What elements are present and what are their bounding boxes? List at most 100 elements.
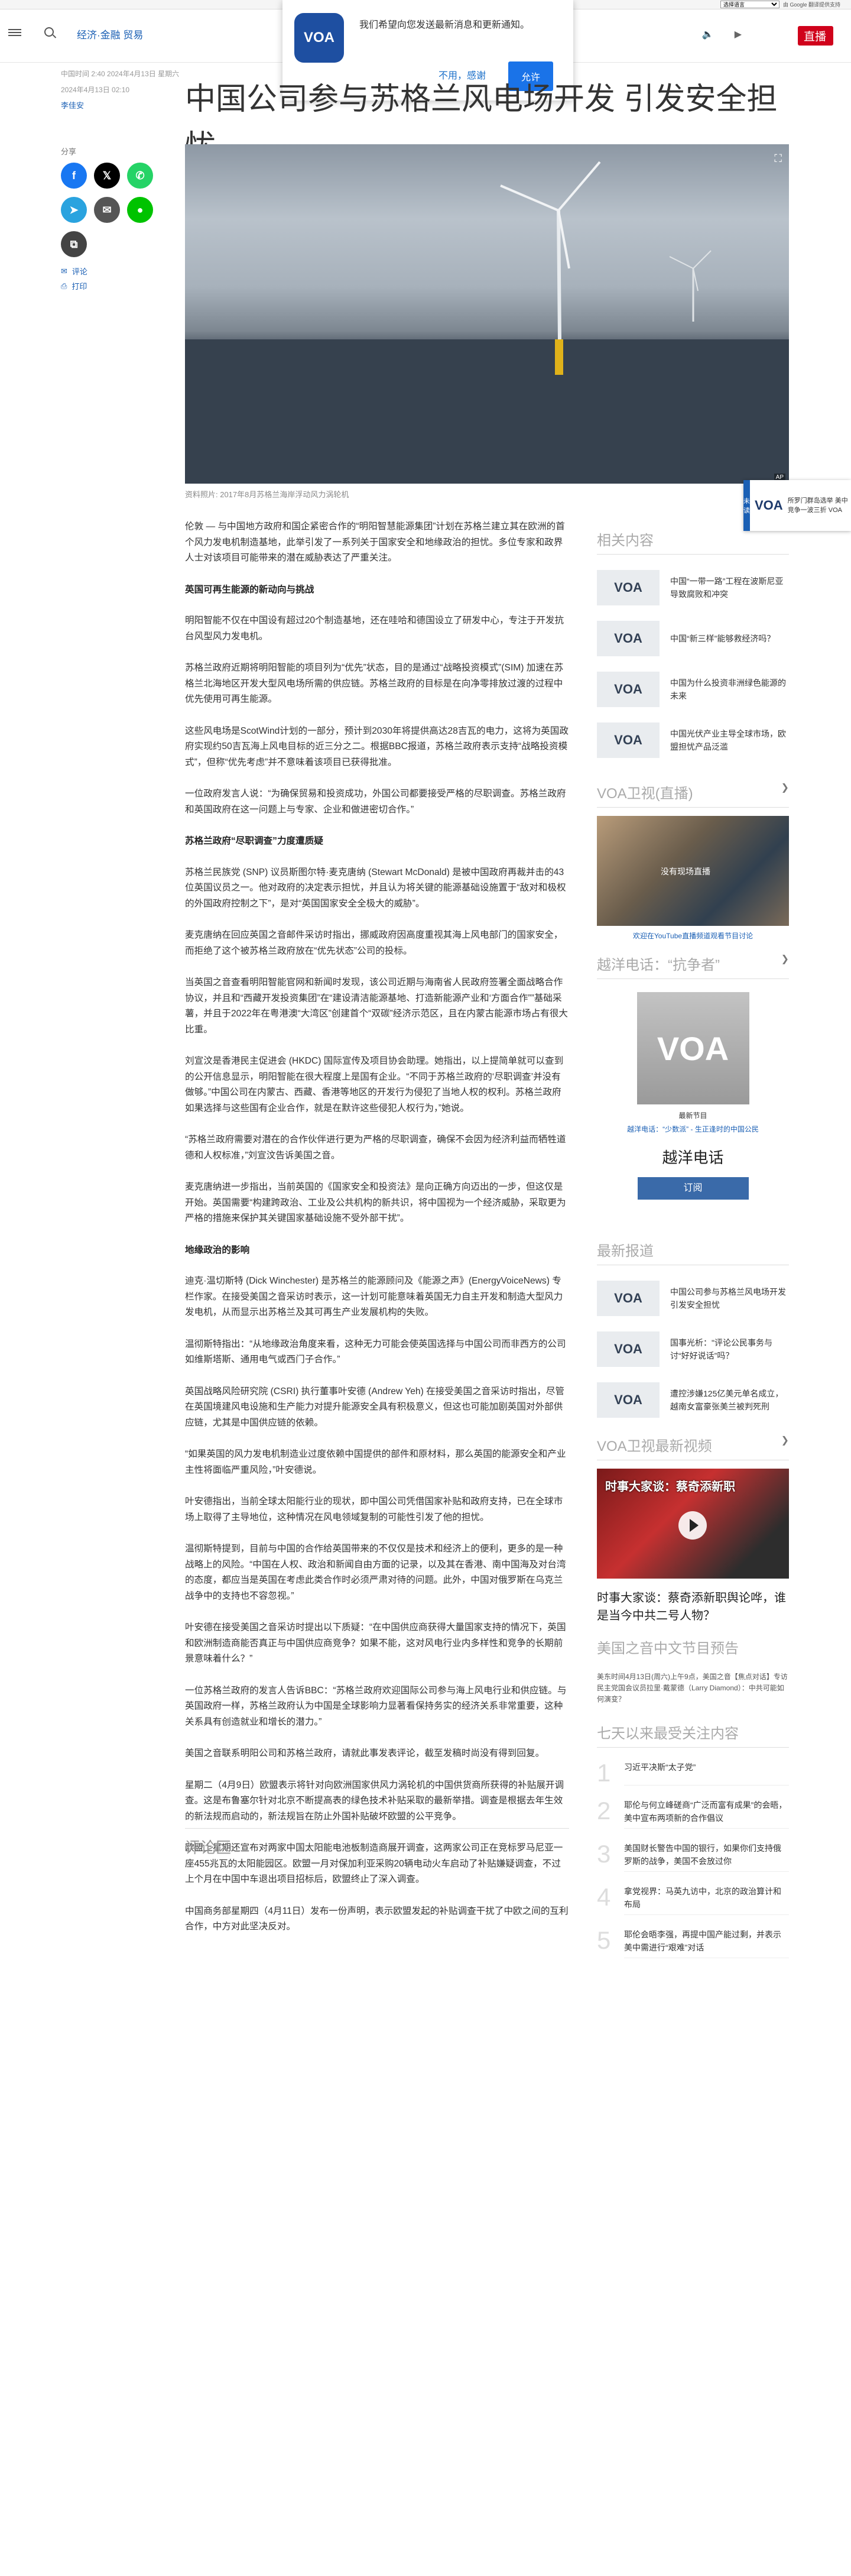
popular-item-title[interactable]: 耶伦与何立峰磋商“广泛而富有成果”的会晤，美中宣布两项新的合作倡议 [624, 1799, 789, 1829]
related-item[interactable]: VOA 中国为什么投资非洲绿色能源的未来 [597, 672, 789, 707]
popular-rank: 4 [597, 1883, 611, 1911]
language-select[interactable]: 选择语言 [720, 1, 779, 8]
article-paragraph: 麦克唐纳进一步指出，当前英国的《国家安全和投资法》是向正确方向迈出的一步，但这仅… [185, 1182, 566, 1223]
video-icon[interactable]: ▶ [735, 28, 742, 40]
popular-item[interactable]: 5 耶伦会晤李强，再提中国产能过剩，并表示美中需进行“艰难”对话 [597, 1928, 789, 1958]
related-title: 相关内容 [597, 529, 789, 555]
live-player[interactable]: 没有现场直播 [597, 816, 789, 926]
share-label: 分享 [61, 147, 77, 156]
latest-item-title[interactable]: 中国公司参与苏格兰风电场开发引发安全担忧 [670, 1285, 789, 1311]
video-player[interactable]: 时事大家谈：蔡奇添新职 [597, 1469, 789, 1579]
article-paragraph: 英国战略风险研究院 (CSRI) 执行董事叶安德 (Andrew Yeh) 在接… [185, 1386, 565, 1428]
popular-item-title[interactable]: 习近平决斯“太子党” [624, 1761, 789, 1786]
chevron-right-icon[interactable]: ❯ [781, 953, 789, 974]
audio-icon[interactable]: 🔈 [702, 28, 714, 40]
show-name: 越洋电话 [662, 1149, 724, 1167]
related-content: 相关内容 VOA 中国“一带一路”工程在波斯尼亚导致腐败和冲突 VOA 中国“新三样”… [597, 529, 789, 758]
article-subheading: 地缘政治的影响 [185, 1245, 250, 1255]
related-item-title[interactable]: 中国为什么投资非洲绿色能源的未来 [670, 676, 789, 702]
article-paragraph: 当英国之音查看明阳智能官网和新闻时发现，该公司近期与海南省人民政府签署全面战略合… [185, 977, 569, 1035]
article-body: 伦敦 — 与中国地方政府和国企紧密合作的“明阳智慧能源集团”计划在苏格兰建立其在… [185, 519, 569, 1951]
article-paragraph: 刘宣汶是香港民主促进会 (HKDC) 国际宣传及项目协会助理。她指出，以上提简单… [185, 1056, 564, 1113]
floating-card-tab[interactable]: 未读 [743, 480, 750, 531]
article-paragraph: 伦敦 — 与中国地方政府和国企紧密合作的“明阳智慧能源集团”计划在苏格兰建立其在… [185, 521, 565, 563]
section-breadcrumb[interactable]: 经济·金融 贸易 [77, 27, 143, 41]
line-icon[interactable]: ● [127, 197, 153, 223]
related-item[interactable]: VOA 中国“新三样”能够救经济吗？ [597, 621, 789, 656]
latest-news-section: 最新报道 VOA 中国公司参与苏格兰风电场开发引发安全担忧 VOA 国事光析："评论公… [597, 1239, 789, 1418]
hamburger-menu-icon[interactable] [8, 27, 21, 38]
email-icon[interactable]: ✉ [94, 197, 120, 223]
article-paragraph: 这些风电场是ScotWind计划的一部分，预计到2030年将提供高达28吉瓦的电… [185, 725, 569, 767]
notification-message: 我们希望向您发送最新消息和更新通知。 [359, 20, 530, 30]
show-episode-link[interactable]: 越洋电话：“少数派” - 生正逢时的中国公民 [597, 1124, 789, 1134]
facebook-icon[interactable]: f [61, 163, 87, 189]
language-selector[interactable]: 选择语言 由 Google 翻译提供支持 [720, 1, 840, 8]
popular-item-title[interactable]: 美国财长警告中国的银行，如果你们支持俄罗斯的战争，美国不会放过你 [624, 1842, 789, 1872]
article-paragraph: 苏格兰政府近期将明阳智能的项目列为“优先”状态，目的是通过“战略投资模式”(SI… [185, 663, 564, 704]
fullscreen-icon[interactable]: ⛶ [774, 153, 782, 165]
x-twitter-icon[interactable]: 𝕏 [94, 163, 120, 189]
related-item[interactable]: VOA 中国光伏产业主导全球市场，欧盟担忧产品泛滥 [597, 722, 789, 758]
popular-rank: 3 [597, 1840, 611, 1868]
latest-item[interactable]: VOA 遭控涉嫌125亿美元单名成立，越南女富豪张美兰被判死刑 [597, 1382, 789, 1418]
chevron-right-icon[interactable]: ❯ [781, 782, 789, 802]
popular-item[interactable]: 3 美国财长警告中国的银行，如果你们支持俄罗斯的战争，美国不会放过你 [597, 1842, 789, 1872]
popular-item[interactable]: 1 习近平决斯“太子党” [597, 1761, 789, 1786]
related-item-title[interactable]: 中国光伏产业主导全球市场，欧盟担忧产品泛滥 [670, 727, 789, 753]
related-item-title[interactable]: 中国“一带一路”工程在波斯尼亚导致腐败和冲突 [670, 575, 789, 601]
print-link[interactable]: ⎙ 打印 [61, 280, 179, 291]
floating-story-card[interactable]: 未读 VOA 所罗门群岛选举 美中竞争一波三折 VOA [743, 480, 851, 531]
chevron-right-icon[interactable]: ❯ [781, 1434, 789, 1455]
popular-item[interactable]: 2 耶伦与何立峰磋商“广泛而富有成果”的会晤，美中宣布两项新的合作倡议 [597, 1799, 789, 1829]
voa-thumbnail: VOA [597, 1281, 660, 1316]
live-caption[interactable]: 欢迎在YouTube直播频道观看节目讨论 [597, 931, 789, 941]
copy-link-icon[interactable]: ⧉ [61, 231, 87, 257]
voa-thumbnail: VOA [597, 570, 660, 605]
latest-item-title[interactable]: 国事光析："评论公民事务与讨“好好说话”吗？ [670, 1336, 789, 1362]
comments-link[interactable]: ✉ 评论 [61, 265, 179, 277]
whatsapp-icon[interactable]: ✆ [127, 163, 153, 189]
search-icon[interactable] [44, 27, 54, 37]
comment-icon: ✉ [61, 266, 67, 276]
popular-section: 七天以来最受关注内容 1 习近平决斯“太子党” 2 耶伦与何立峰磋商“广泛而富有成果”… [597, 1722, 789, 1958]
article-paragraph: 麦克唐纳在回应英国之音邮件采访时指出，挪威政府因高度重视其海上风电部门的国家安全… [185, 930, 563, 956]
article-paragraph: 一位政府发言人说：“为确保贸易和投资成功，外国公司都要接受严格的尽职调查。苏格兰… [185, 789, 566, 815]
live-button[interactable]: 直播 [797, 26, 833, 46]
show-thumbnail[interactable]: VOA [636, 992, 749, 1104]
telegram-icon[interactable]: ➤ [61, 197, 87, 223]
voa-thumbnail: VOA [597, 621, 660, 656]
video-headline[interactable]: 时事大家谈：蔡奇添新职舆论哗，谁是当今中共二号人物？ [597, 1589, 789, 1625]
article-subheading: 英国可再生能源的新动向与挑战 [185, 584, 314, 595]
print-icon: ⎙ [61, 281, 67, 290]
popular-item-title[interactable]: 拿党视界：马英九访中，北京的政治算计和布局 [624, 1885, 789, 1915]
popular-item-title[interactable]: 耶伦会晤李强，再提中国产能过剩，并表示美中需进行“艰难”对话 [624, 1928, 789, 1958]
latest-item[interactable]: VOA 中国公司参与苏格兰风电场开发引发安全担忧 [597, 1281, 789, 1316]
subscribe-button[interactable]: 订阅 [637, 1177, 749, 1200]
share-panel: 分享 f 𝕏 ✆ ➤ ✉ ● ⧉ ✉ 评论 ⎙ 打印 [61, 145, 179, 291]
related-item-title[interactable]: 中国“新三样”能够救经济吗？ [670, 632, 775, 645]
author-link[interactable]: 李佳安 [61, 101, 84, 110]
no-live-overlay: 没有现场直播 [661, 867, 710, 876]
play-icon[interactable] [678, 1511, 707, 1540]
comments-section-title: 评论区 [185, 1828, 569, 1858]
schedule-text[interactable]: 美东时间4月13日(周六)上午9点，美国之音【焦点对话】专访民主党国会议员拉里·… [597, 1671, 789, 1705]
article-paragraph: 叶安德在接受美国之音采访时提出以下质疑：“在中国供应商获得大量国家支持的情况下，… [185, 1622, 566, 1664]
popular-item[interactable]: 4 拿党视界：马英九访中，北京的政治算计和布局 [597, 1885, 789, 1915]
article-paragraph: “苏格兰政府需要对潜在的合作伙伴进行更为严格的尽职调查，确保不会因为经济利益而牺… [185, 1135, 566, 1161]
updated-date: 中国时间 2:40 2024年4月13日 星期六 [61, 70, 180, 78]
article-paragraph: 一位苏格兰政府的发言人告诉BBC：“苏格兰政府欢迎国际公司参与海上风电行业和供应… [185, 1685, 567, 1727]
latest-item[interactable]: VOA 国事光析："评论公民事务与讨“好好说话”吗？ [597, 1331, 789, 1367]
video-title[interactable]: VOA卫视最新视频 [597, 1434, 712, 1455]
popular-title: 七天以来最受关注内容 [597, 1726, 739, 1742]
wind-turbine-illustration [185, 161, 789, 484]
article-paragraph: 星期二（4月9日）欧盟表示将针对向欧洲国家供风力涡轮机的中国供货商所获得的补贴展… [185, 1780, 564, 1822]
show-title[interactable]: 越洋电话：“抗争者” [597, 953, 720, 974]
google-translate-credit: 由 Google 翻译提供支持 [782, 2, 840, 8]
related-item[interactable]: VOA 中国“一带一路”工程在波斯尼亚导致腐败和冲突 [597, 570, 789, 605]
hero-image: ⛶ AP [185, 144, 789, 484]
live-title[interactable]: VOA卫视(直播) [597, 782, 693, 802]
latest-item-title[interactable]: 遭控涉嫌125亿美元单名成立，越南女富豪张美兰被判死刑 [670, 1387, 789, 1413]
popular-rank: 2 [597, 1797, 611, 1825]
voa-thumbnail: VOA [597, 1382, 660, 1418]
